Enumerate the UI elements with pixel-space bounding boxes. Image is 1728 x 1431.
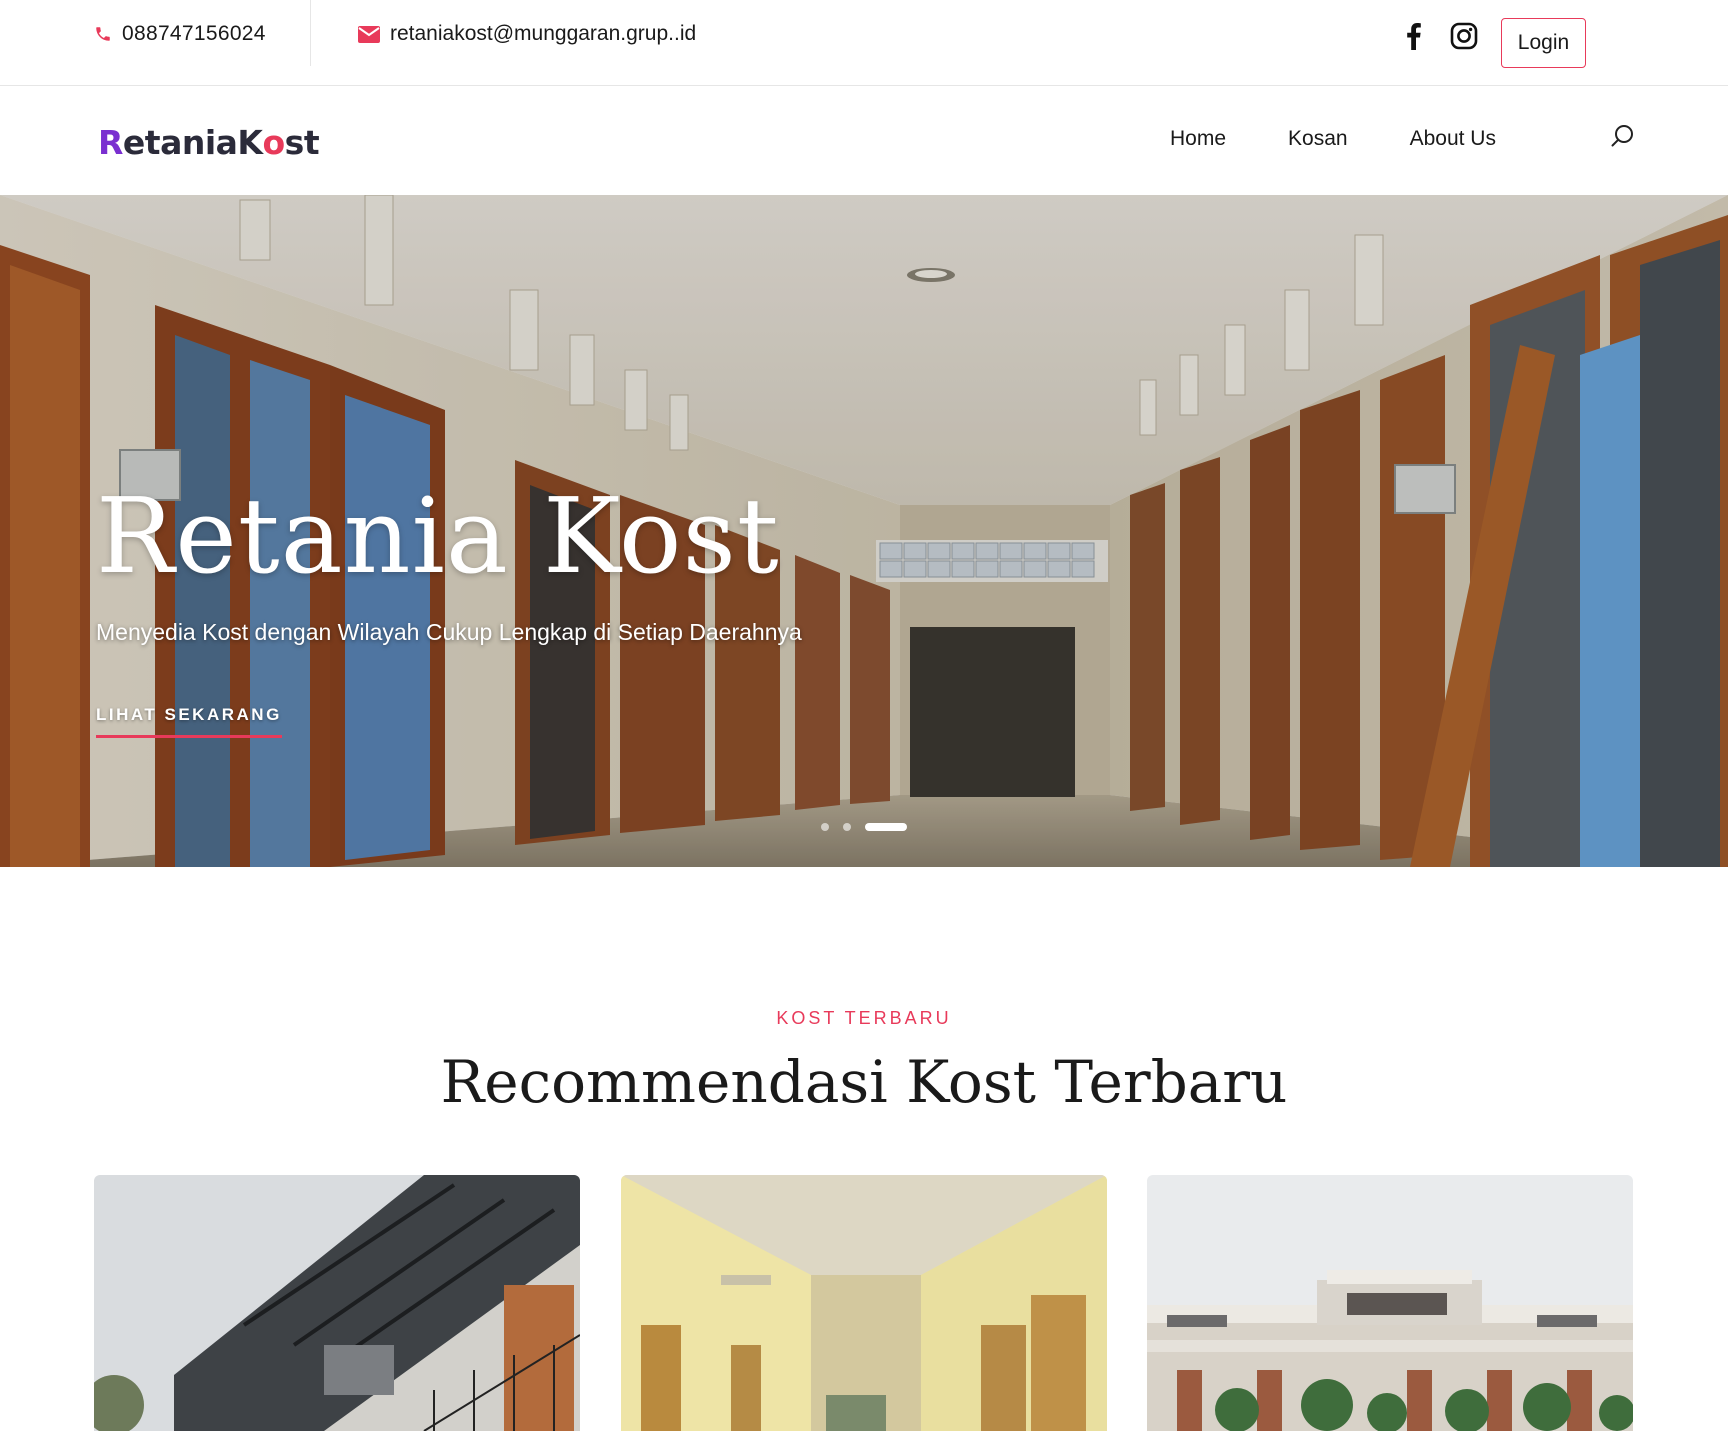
site-logo[interactable]: RetaniaK o st <box>98 123 320 162</box>
kost-card-image <box>94 1175 580 1431</box>
kost-card[interactable] <box>1147 1175 1633 1431</box>
kost-card-image <box>1147 1175 1633 1431</box>
slider-dot-3-active[interactable] <box>865 823 907 831</box>
slider-dots <box>821 823 907 831</box>
envelope-icon <box>358 25 380 43</box>
login-button[interactable]: Login <box>1501 18 1586 68</box>
phone-icon <box>94 25 112 43</box>
facebook-icon[interactable] <box>1404 22 1422 50</box>
section-eyebrow: KOST TERBARU <box>776 1008 952 1028</box>
nav-home[interactable]: Home <box>1170 127 1226 151</box>
hero-cta-button[interactable]: LIHAT SEKARANG <box>96 705 282 738</box>
phone-number: 088747156024 <box>122 22 266 45</box>
logo-text-middle: etaniaK <box>122 123 263 162</box>
kost-card[interactable] <box>621 1175 1107 1431</box>
divider <box>310 0 311 66</box>
logo-text-end: st <box>284 123 320 162</box>
section-title: Recommendasi Kost Terbaru <box>440 1048 1288 1116</box>
search-icon[interactable] <box>1610 123 1640 153</box>
slider-dot-1[interactable] <box>821 823 829 831</box>
logo-letter-r: R <box>98 123 123 162</box>
logo-letter-o: o <box>262 123 286 162</box>
kost-card-image <box>621 1175 1107 1431</box>
main-navbar: RetaniaK o st Home Kosan About Us <box>0 87 1728 195</box>
nav-kosan[interactable]: Kosan <box>1288 127 1348 151</box>
contact-email[interactable]: retaniakost@munggaran.grup..id <box>358 22 696 46</box>
email-address: retaniakost@munggaran.grup..id <box>390 22 697 45</box>
hero-slider: Retania Kost Menyedia Kost dengan Wilaya… <box>0 195 1728 867</box>
nav-about-us[interactable]: About Us <box>1410 127 1496 151</box>
nav-links: Home Kosan About Us <box>1170 127 1496 151</box>
hero-title: Retania Kost <box>96 475 780 597</box>
slider-dot-2[interactable] <box>843 823 851 831</box>
kost-card-list <box>0 1175 1728 1431</box>
contact-phone[interactable]: 088747156024 <box>94 22 266 46</box>
instagram-icon[interactable] <box>1450 22 1478 50</box>
top-bar: 088747156024 retaniakost@munggaran.grup.… <box>0 0 1728 86</box>
kost-card[interactable] <box>94 1175 580 1431</box>
hero-subtitle: Menyedia Kost dengan Wilayah Cukup Lengk… <box>96 619 802 645</box>
